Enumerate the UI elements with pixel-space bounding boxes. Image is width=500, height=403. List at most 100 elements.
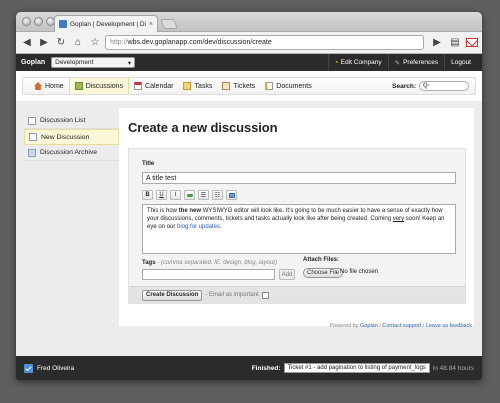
window-controls xyxy=(22,17,55,26)
address-bar[interactable]: http://wbs.dev.goplanapp.com/dev/discuss… xyxy=(105,35,424,50)
list-icon xyxy=(28,116,36,125)
nav-label-documents: Documents xyxy=(276,82,312,90)
user-name[interactable]: Fred Oliveira xyxy=(37,365,74,372)
tags-input[interactable] xyxy=(142,269,275,280)
main-nav-row: Home Discussions Calendar Tasks Tickets … xyxy=(16,71,482,101)
nav-label-calendar: Calendar xyxy=(145,82,174,90)
home-browser-icon[interactable]: ⌂ xyxy=(71,36,85,50)
tab-bar: Goplan | Development | Disc × xyxy=(16,12,482,32)
play-icon[interactable]: ▶ xyxy=(430,36,444,50)
choose-file-button-label: Choose File xyxy=(307,270,340,276)
close-window-button[interactable] xyxy=(22,17,31,26)
nav-item-discussions[interactable]: Discussions xyxy=(68,78,130,94)
create-discussion-button[interactable]: Create Discussion xyxy=(142,289,203,301)
choose-file-button[interactable]: Choose File xyxy=(303,268,344,278)
body-editor[interactable]: This is how the new WYSIWYG editor will … xyxy=(142,204,456,254)
page-menu-icon[interactable]: ▤ xyxy=(448,36,462,50)
body-text-1: This is how xyxy=(147,208,179,214)
file-status: No file chosen xyxy=(340,269,379,275)
preferences-label: Preferences xyxy=(403,59,439,66)
footer-links: Powered by Goplan / Contact support / Le… xyxy=(329,323,472,329)
underline-button[interactable]: U xyxy=(156,190,167,200)
status-bar: Fred Oliveira Finished: Ticket #1 - add … xyxy=(16,356,482,380)
contact-support-link[interactable]: Contact support xyxy=(382,323,421,329)
tags-hint: - (comma separated. IE: design, blog, la… xyxy=(155,260,277,266)
nav-item-home[interactable]: Home xyxy=(29,78,69,94)
add-tag-button-label: Add xyxy=(281,271,293,278)
email-important-checkbox[interactable] xyxy=(261,291,269,299)
edit-company-link[interactable]: ▪ Edit Company xyxy=(328,54,387,71)
logout-link[interactable]: Logout xyxy=(444,54,477,71)
tab-title: Goplan | Development | Disc xyxy=(70,20,146,28)
title-input-value: A title test xyxy=(146,174,177,182)
browser-window: Goplan | Development | Disc × ◀ ▶ ↻ ⌂ ☆ … xyxy=(16,12,482,380)
sidebar-item-label: New Discussion xyxy=(41,133,90,141)
finished-label: Finished: xyxy=(251,364,281,372)
project-select[interactable]: Development ▾ xyxy=(51,57,136,68)
sidebar-item-discussion-archive[interactable]: Discussion Archive xyxy=(24,145,119,161)
leave-feedback-link[interactable]: Leave us feedback xyxy=(426,323,472,329)
ordered-list-icon[interactable]: ☰ xyxy=(198,190,209,200)
url-scheme: http:// xyxy=(110,39,128,46)
chevron-down-icon: ▾ xyxy=(127,59,132,67)
sidebar-item-label: Discussion List xyxy=(40,117,86,124)
body-text-underline: very xyxy=(392,216,405,222)
title-input[interactable]: A title test xyxy=(142,172,456,184)
powered-by-text: Powered by xyxy=(329,323,361,329)
italic-button[interactable]: I xyxy=(170,190,181,200)
body-text-bold: the new xyxy=(178,208,202,214)
content-area: Discussion List New Discussion Discussio… xyxy=(16,101,482,356)
finished-time: in 48.84 hours xyxy=(432,364,474,372)
forward-icon[interactable]: ▶ xyxy=(37,36,51,50)
search-placeholder: Q- xyxy=(423,83,430,89)
bold-button[interactable]: B xyxy=(142,190,153,200)
gmail-icon[interactable] xyxy=(466,38,478,47)
goplan-link[interactable]: Goplan xyxy=(360,323,378,329)
unordered-list-icon[interactable]: ☷ xyxy=(212,190,223,200)
edit-company-label: Edit Company xyxy=(340,59,382,66)
status-activity: Finished: Ticket #1 - add pagination to … xyxy=(252,363,474,373)
preferences-link[interactable]: ✎ Preferences xyxy=(387,54,445,71)
sidebar-item-label: Discussion Archive xyxy=(40,149,98,156)
app-header: Goplan Development ▾ ▪ Edit Company ✎ Pr… xyxy=(16,54,482,71)
tickets-icon xyxy=(222,82,231,90)
search-input[interactable]: Q- xyxy=(419,81,469,91)
url-text: wbs.dev.goplanapp.com/dev/discussion/cre… xyxy=(127,39,272,46)
main-panel: Create a new discussion Title A title te… xyxy=(119,108,474,326)
nav-item-tickets[interactable]: Tickets xyxy=(217,78,260,94)
tags-label: Tags xyxy=(142,260,156,266)
tab-close-icon[interactable]: × xyxy=(149,21,153,28)
nav-label-tickets: Tickets xyxy=(233,82,256,90)
add-tag-button[interactable]: Add xyxy=(279,269,295,280)
minimize-window-button[interactable] xyxy=(34,17,43,26)
calendar-icon xyxy=(134,82,143,90)
nav-label-tasks: Tasks xyxy=(194,82,213,90)
goplan-favicon-icon xyxy=(59,20,67,28)
wrench-icon: ✎ xyxy=(394,59,401,67)
sidebar-item-discussion-list[interactable]: Discussion List xyxy=(24,113,119,129)
project-select-value: Development xyxy=(55,59,94,66)
bold-button-label: B xyxy=(145,192,150,198)
blog-updates-link[interactable]: blog for updates. xyxy=(177,224,222,230)
discussion-form: Title A title test B U I ☰ ☷ This is how… xyxy=(128,148,466,304)
bookmark-star-icon[interactable]: ☆ xyxy=(88,36,102,50)
search-label: Search: xyxy=(392,82,416,90)
reload-icon[interactable]: ↻ xyxy=(54,36,68,50)
finished-ticket[interactable]: Ticket #1 - add pagination to listing of… xyxy=(283,363,430,373)
nav-item-documents[interactable]: Documents xyxy=(260,78,316,94)
link-icon[interactable] xyxy=(184,190,195,200)
new-tab-button[interactable] xyxy=(160,19,178,29)
nav-label-home: Home xyxy=(45,82,64,90)
home-icon xyxy=(34,82,42,90)
browser-tab[interactable]: Goplan | Development | Disc × xyxy=(54,15,158,32)
attach-files-label: Attach Files: xyxy=(303,257,340,263)
image-icon[interactable] xyxy=(226,190,237,200)
status-user: Fred Oliveira xyxy=(24,363,74,373)
sidebar-item-new-discussion[interactable]: New Discussion xyxy=(24,129,119,145)
brand-logo[interactable]: Goplan xyxy=(21,59,45,66)
back-icon[interactable]: ◀ xyxy=(20,36,34,50)
nav-item-tasks[interactable]: Tasks xyxy=(178,78,217,94)
tasks-icon xyxy=(183,82,192,90)
browser-toolbar: ◀ ▶ ↻ ⌂ ☆ http://wbs.dev.goplanapp.com/d… xyxy=(16,32,482,54)
nav-item-calendar[interactable]: Calendar xyxy=(129,78,178,94)
